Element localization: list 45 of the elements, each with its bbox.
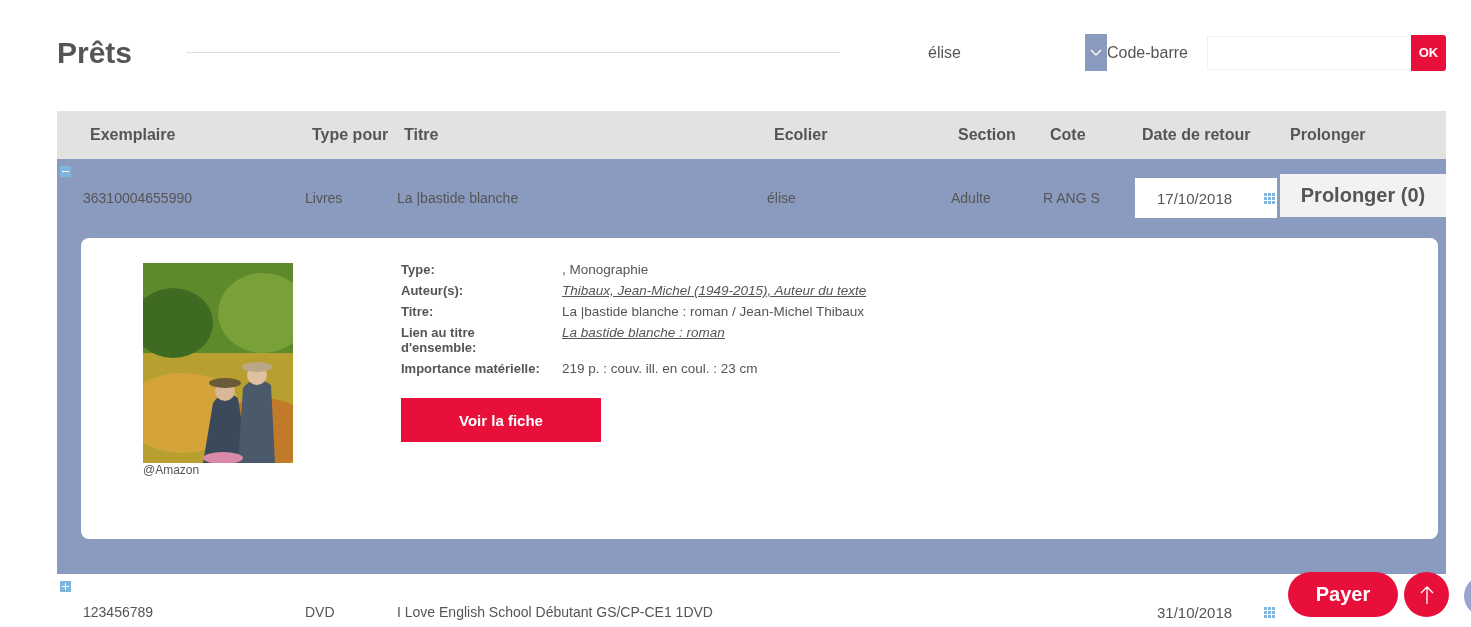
column-header: Type pour bbox=[311, 126, 390, 144]
column-header: Date de retour bbox=[1141, 126, 1252, 144]
image-credit: @Amazon bbox=[143, 463, 201, 477]
view-record-button[interactable]: Voir la fiche bbox=[401, 398, 601, 442]
column-header: Section bbox=[957, 126, 1017, 144]
table-cell: Adulte bbox=[951, 190, 991, 206]
date-field[interactable]: 17/10/2018 bbox=[1135, 178, 1277, 218]
field-link[interactable]: Thibaux, Jean-Michel (1949-2015), Auteur du texte bbox=[562, 283, 867, 298]
column-header: Prolonger bbox=[1289, 126, 1367, 144]
column-header: Cote bbox=[1049, 126, 1087, 144]
table-cell: 36310004655990 bbox=[83, 190, 192, 206]
user-select-value: élise bbox=[928, 43, 962, 62]
expand-icon[interactable] bbox=[60, 581, 71, 592]
field-link[interactable]: La bastide blanche : roman bbox=[562, 325, 725, 340]
table-cell: I Love English School Débutant GS/CP-CE1 1DVD bbox=[397, 604, 713, 620]
prolong-button[interactable]: Prolonger (0) bbox=[1280, 173, 1446, 217]
column-header: Exemplaire bbox=[89, 126, 177, 144]
field-label: Auteur(s): bbox=[401, 283, 465, 298]
barcode-label: Code-barre bbox=[1107, 43, 1189, 62]
collapse-icon[interactable] bbox=[60, 166, 71, 177]
table-cell: La |bastide blanche bbox=[397, 190, 519, 206]
table-cell: R ANG S bbox=[1043, 190, 1100, 206]
table-cell: 123456789 bbox=[83, 604, 154, 620]
table-cell: Livres bbox=[305, 190, 343, 206]
barcode-input[interactable] bbox=[1207, 35, 1411, 70]
field-label: Titre: bbox=[401, 304, 435, 319]
calendar-icon[interactable] bbox=[1264, 606, 1275, 618]
column-header: Titre bbox=[403, 126, 440, 144]
dropdown-toggle[interactable] bbox=[1085, 34, 1107, 71]
date-field[interactable]: 31/10/2018 bbox=[1135, 592, 1277, 627]
field-label: Importance matérielle: bbox=[401, 361, 541, 376]
pay-button[interactable]: Payer bbox=[1288, 572, 1398, 617]
field-label: Type: bbox=[401, 262, 436, 277]
field-value: La |bastide blanche : roman / Jean-Michel Thibaux bbox=[562, 304, 865, 319]
ok-button[interactable]: OK bbox=[1411, 34, 1446, 71]
field-value: 219 p. : couv. ill. en coul. : 23 cm bbox=[562, 361, 759, 376]
chevron-down-icon bbox=[1090, 49, 1102, 56]
page-title: Prêts bbox=[57, 35, 134, 70]
calendar-icon[interactable] bbox=[1264, 192, 1275, 204]
arrow-up-icon bbox=[1419, 584, 1434, 605]
table-cell: élise bbox=[767, 190, 796, 206]
field-value: , Monographie bbox=[562, 262, 650, 277]
table-cell: DVD bbox=[305, 604, 335, 620]
field-label: Lien au titre d'ensemble: bbox=[401, 325, 478, 355]
column-header: Ecolier bbox=[773, 126, 829, 144]
